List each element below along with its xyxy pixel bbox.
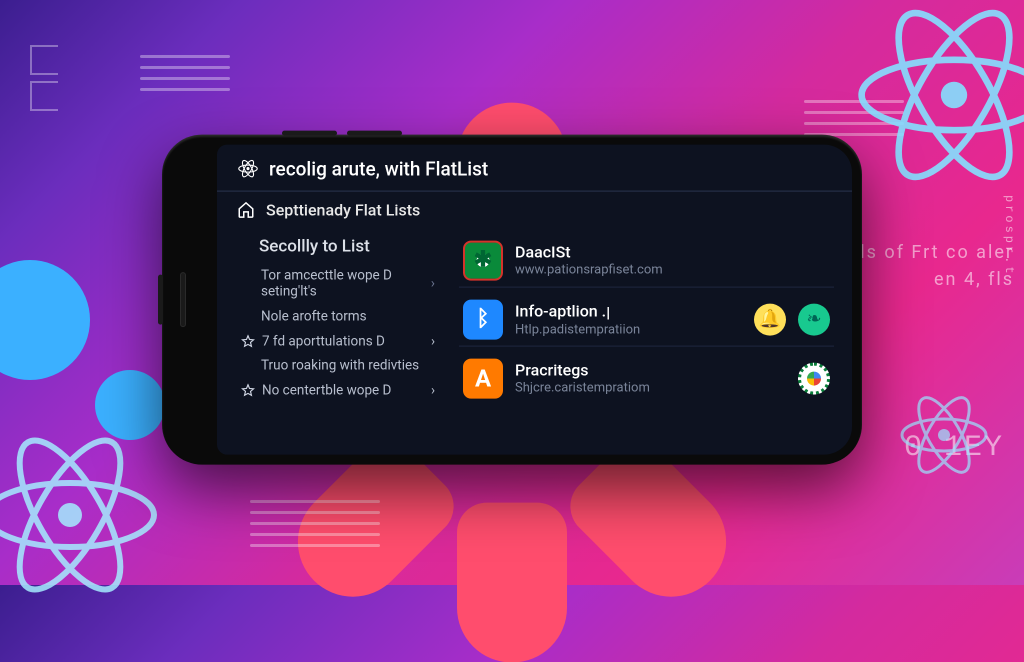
phone-screen: recolig arute, with FlatList Septtienady… [217, 144, 852, 454]
app-icon: A [463, 358, 503, 398]
badges [798, 362, 830, 394]
chevron-right-icon: › [431, 383, 435, 399]
sidebar-item-label: Truo roaking with redivties [261, 358, 435, 375]
sub-header-title: Septtienady Flat Lists [266, 200, 420, 219]
star-icon [241, 335, 255, 349]
sidebar-item[interactable]: No centertble wope D › [259, 379, 437, 403]
phone-notch [174, 272, 192, 327]
blob-decor [95, 370, 165, 440]
sidebar-item[interactable]: Tor amcecttle wope D seting'lt's › [259, 263, 437, 305]
list-item[interactable]: ᛒ Info-aptlion .ן Htlp.padistempratiion … [459, 293, 834, 346]
sidebar-item-label: Nole arofte torms [261, 309, 435, 326]
sidebar: Secollly to List Tor amcecttle wope D se… [217, 228, 447, 454]
app-name: Info-aptlion .ן [515, 301, 742, 321]
section-title: Secollly to List [259, 236, 437, 256]
sidebar-item[interactable]: Truo roaking with redivties [259, 354, 437, 379]
frame-decor [30, 45, 58, 117]
app-subtitle: www.pationsrapfiset.com [515, 263, 830, 278]
star-icon [241, 384, 255, 398]
phone-frame: recolig arute, with FlatList Septtienady… [162, 134, 862, 464]
content-area: Secollly to List Tor amcecttle wope D se… [217, 228, 852, 454]
google-icon [798, 362, 830, 394]
lines-decor [250, 500, 380, 555]
app-subtitle: Htlp.padistempratiion [515, 322, 742, 337]
sub-header[interactable]: Septtienady Flat Lists [217, 191, 852, 228]
list-item[interactable]: ✱ DaacISt www.pationsrapfiset.com [459, 234, 834, 287]
list-panel: ✱ DaacISt www.pationsrapfiset.com ᛒ Info… [447, 228, 852, 454]
sidebar-item-label: 7 fd aporttulations D [262, 334, 424, 350]
blob-decor [0, 260, 90, 380]
sidebar-item-label: No centertble wope D [262, 383, 424, 399]
home-icon [237, 201, 255, 219]
list-item[interactable]: A Pracritegs Shjcre.caristempratiom [459, 352, 834, 404]
bg-code-text: prospr.t [1002, 195, 1016, 277]
leaf-icon: ❧ [798, 303, 830, 335]
phone-button [158, 274, 163, 324]
chevron-right-icon: › [431, 334, 435, 350]
badges: 🔔 ❧ [754, 303, 830, 335]
app-subtitle: Shjcre.caristempratiom [515, 381, 786, 396]
lines-decor [140, 55, 230, 99]
app-name: DaacISt [515, 243, 830, 262]
chevron-right-icon: › [431, 275, 435, 293]
sidebar-item[interactable]: Nole arofte torms [259, 305, 437, 330]
app-header: recolig arute, with FlatList [217, 144, 852, 191]
sidebar-item[interactable]: 7 fd aporttulations D › [259, 330, 437, 354]
phone-button [282, 130, 337, 135]
phone-button [347, 130, 402, 135]
react-icon [237, 158, 259, 180]
app-icon: ᛒ [463, 299, 503, 339]
bg-code-text: ls of Frt co aleren 4, fls [860, 240, 1014, 294]
react-icon [894, 385, 994, 485]
app-title: recolig arute, with FlatList [269, 157, 488, 180]
app-icon: ✱ [463, 240, 503, 280]
sidebar-item-label: Tor amcecttle wope D seting'lt's [261, 267, 431, 301]
app-name: Pracritegs [515, 361, 786, 380]
react-icon [844, 0, 1024, 205]
react-icon [0, 415, 170, 615]
bell-icon: 🔔 [754, 303, 786, 335]
